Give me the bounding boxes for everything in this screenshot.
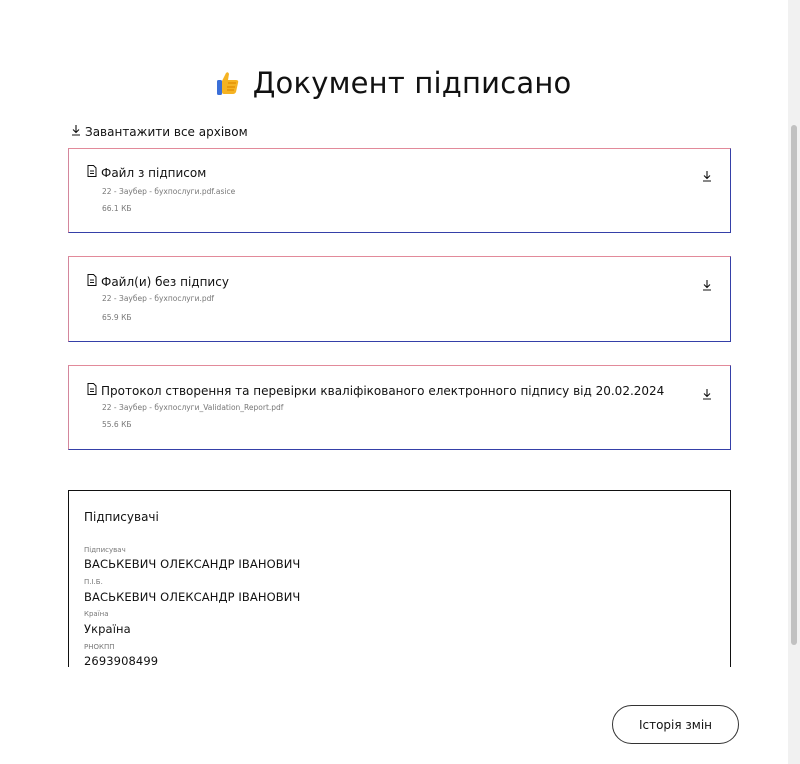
file-card-signed: Файл з підписом 22 - Заубер - бухпослуги… — [68, 148, 731, 233]
country-value: Україна — [84, 622, 131, 636]
full-name-label: П.І.Б. — [84, 578, 103, 586]
download-all-label: Завантажити все архівом — [85, 125, 248, 139]
file-size: 66.1 КБ — [102, 204, 132, 213]
thumbs-up-icon — [216, 69, 247, 98]
file-card-unsigned: Файл(и) без підпису 22 - Заубер - бухпос… — [68, 256, 731, 342]
file-card-validation-report: Протокол створення та перевірки кваліфік… — [68, 365, 731, 450]
scrollbar-thumb[interactable] — [791, 125, 797, 645]
download-button[interactable] — [702, 385, 712, 404]
file-name: Протокол створення та перевірки кваліфік… — [87, 383, 664, 398]
download-icon — [703, 280, 711, 291]
signer-value: ВАСЬКЕВИЧ ОЛЕКСАНДР ІВАНОВИЧ — [84, 557, 301, 571]
file-size: 65.9 КБ — [102, 313, 132, 322]
download-icon — [703, 171, 711, 182]
history-button[interactable]: Історія змін — [612, 705, 739, 744]
file-size: 55.6 КБ — [102, 420, 132, 429]
document-icon — [87, 165, 97, 180]
file-name: Файл(и) без підпису — [87, 274, 229, 289]
file-filename: 22 - Заубер - бухпослуги.pdf.asice — [102, 187, 236, 196]
tax-id-label: РНОКПП — [84, 643, 115, 651]
tax-id-value: 2693908499 — [84, 654, 159, 667]
file-name: Файл з підписом — [87, 165, 206, 180]
download-button[interactable] — [702, 276, 712, 295]
full-name-value: ВАСЬКЕВИЧ ОЛЕКСАНДР ІВАНОВИЧ — [84, 590, 301, 604]
download-icon — [71, 125, 81, 139]
document-icon — [87, 383, 97, 398]
signers-heading: Підписувачі — [84, 510, 159, 524]
download-all-link[interactable]: Завантажити все архівом — [71, 125, 248, 139]
file-filename: 22 - Заубер - бухпослуги_Validation_Repo… — [102, 403, 284, 412]
country-label: Країна — [84, 610, 109, 618]
page-title-text: Документ підписано — [252, 66, 572, 100]
document-signed-page: Документ підписано Завантажити все архів… — [0, 0, 788, 764]
signer-label: Підписувач — [84, 546, 126, 554]
download-icon — [703, 389, 711, 400]
page-title: Документ підписано — [0, 66, 788, 100]
file-filename: 22 - Заубер - бухпослуги.pdf — [102, 294, 215, 303]
vertical-scrollbar[interactable] — [788, 0, 800, 764]
signers-panel: Підписувачі Підписувач ВАСЬКЕВИЧ ОЛЕКСАН… — [68, 490, 731, 667]
download-button[interactable] — [702, 167, 712, 186]
document-icon — [87, 274, 97, 289]
